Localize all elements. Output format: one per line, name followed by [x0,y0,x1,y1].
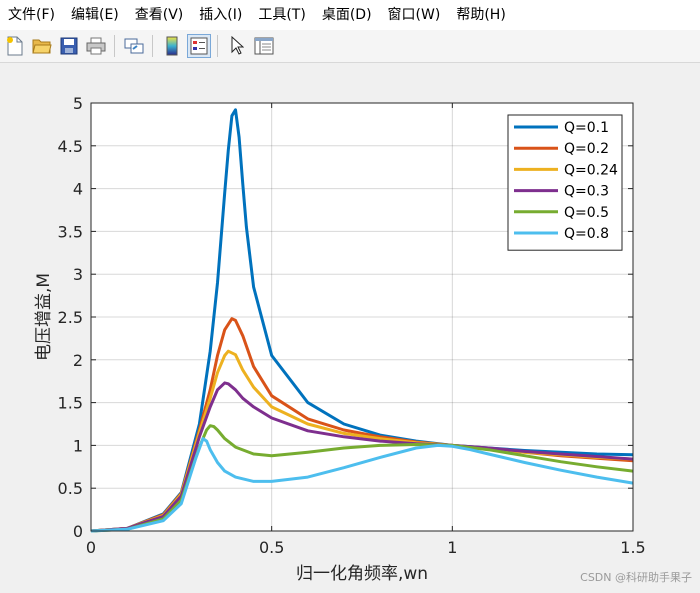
legend-label-3: Q=0.3 [564,184,609,200]
y-tick-label: 1.5 [58,394,83,413]
menu-item-3[interactable]: 插入(I) [191,0,250,30]
menu-item-0[interactable]: 文件(F) [0,0,63,30]
y-tick-label: 2.5 [58,308,83,327]
y-tick-label: 4.5 [58,137,83,156]
legend-label-2: Q=0.24 [564,162,618,178]
y-axis-label: 电压增益,M [34,273,54,361]
y-tick-label: 1 [73,436,83,455]
x-tick-label: 0 [86,538,96,557]
x-axis-label: 归一化角频率,wn [296,564,428,584]
edit-plot-arrow-icon[interactable] [225,34,249,58]
gain-chart: 0 0.5 1 1.5 0 0.5 1 1.5 2 2.5 3 3.5 4 4.5 5 归一化角频率,wn 电压… [34,94,692,584]
menu-bar: 文件(F) 编辑(E) 查看(V) 插入(I) 工具(T) 桌面(D) 窗口(W) 帮助(H) [0,0,700,30]
y-tick-label: 4 [73,180,83,199]
insert-legend-icon[interactable] [187,34,211,58]
menu-item-7[interactable]: 帮助(H) [448,0,513,30]
legend-label-0: Q=0.1 [564,120,609,136]
new-figure-icon[interactable] [3,34,27,58]
toolbar-separator [217,35,218,57]
insert-colorbar-icon[interactable] [160,34,184,58]
y-tick-label: 0.5 [58,479,83,498]
toolbar [0,30,700,63]
y-tick-label: 0 [73,522,83,541]
x-tick-label: 1.5 [620,538,645,557]
menu-item-2[interactable]: 查看(V) [127,0,192,30]
print-icon[interactable] [84,34,108,58]
legend-label-1: Q=0.2 [564,141,609,157]
menu-item-4[interactable]: 工具(T) [250,0,313,30]
save-icon[interactable] [57,34,81,58]
y-tick-label: 3.5 [58,222,83,241]
x-tick-label: 1 [447,538,457,557]
figure-area: 0 0.5 1 1.5 0 0.5 1 1.5 2 2.5 3 3.5 4 4.5 5 归一化角频率,wn 电压… [0,63,700,589]
y-tick-label: 5 [73,94,83,113]
menu-item-5[interactable]: 桌面(D) [314,0,380,30]
legend[interactable]: Q=0.1 Q=0.2 Q=0.24 Q=0.3 Q=0.5 Q=0.8 [507,114,623,251]
x-tick-label: 0.5 [259,538,284,557]
menu-item-6[interactable]: 窗口(W) [380,0,449,30]
menu-item-1[interactable]: 编辑(E) [63,0,127,30]
y-tick-label: 3 [73,265,83,284]
legend-label-5: Q=0.8 [564,226,609,242]
link-plot-icon[interactable] [122,34,146,58]
open-file-icon[interactable] [30,34,54,58]
toolbar-separator [114,35,115,57]
y-tick-label: 2 [73,351,83,370]
legend-label-4: Q=0.5 [564,205,609,221]
property-inspector-icon[interactable] [252,34,276,58]
watermark: CSDN @科研助手果子 [580,570,692,584]
toolbar-separator [152,35,153,57]
